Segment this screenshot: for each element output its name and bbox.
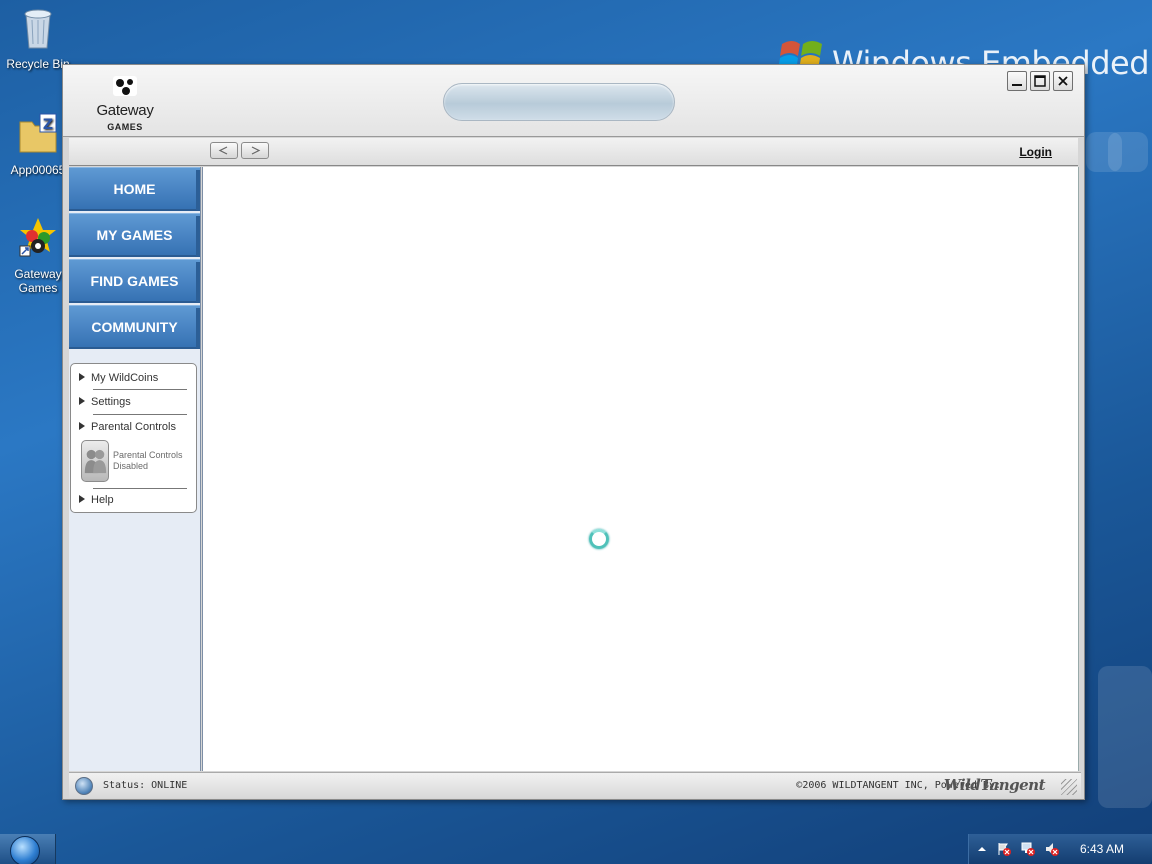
panel-item-label: My WildCoins (91, 372, 159, 384)
resize-grip[interactable] (1061, 779, 1077, 795)
menu-my-games[interactable]: MY GAMES (69, 213, 200, 257)
content-area (202, 167, 1079, 771)
divider (93, 389, 187, 390)
logo-subtitle: GAMES (107, 122, 143, 132)
menu-find-games[interactable]: FIND GAMES (69, 259, 200, 303)
back-button[interactable] (210, 142, 238, 159)
divider (93, 414, 187, 415)
windows-orb-icon (10, 836, 40, 864)
forward-button[interactable] (241, 142, 269, 159)
help-link[interactable]: Help (79, 494, 189, 506)
forward-arrow-icon (251, 146, 261, 155)
taskbar: 6:43 AM (0, 834, 1152, 864)
recycle-bin-icon (24, 9, 52, 49)
network-error-icon[interactable] (1021, 842, 1035, 856)
connection-status: Status: ONLINE (103, 780, 188, 791)
desktop-icon-recycle-bin[interactable]: Recycle Bin (2, 6, 74, 71)
volume-muted-icon[interactable] (1045, 842, 1059, 856)
divider (93, 488, 187, 489)
gateway-games-window: Gateway GAMES Login HOME MY GAMES FIND G… (62, 64, 1085, 800)
menu-community[interactable]: COMMUNITY (69, 305, 200, 349)
arrow-right-icon (79, 422, 85, 430)
sidebar: HOME MY GAMES FIND GAMES COMMUNITY My Wi… (69, 167, 201, 771)
zip-folder-icon: Z (19, 113, 57, 153)
cow-spot-icon (113, 76, 137, 96)
status-bar: Status: ONLINE ©2006 WILDTANGENT INC, Po… (69, 772, 1081, 798)
close-icon (1058, 76, 1068, 86)
title-pill-display (443, 83, 675, 121)
loading-spinner-icon (589, 529, 609, 549)
panel-item-label: Settings (91, 396, 131, 408)
svg-text:Z: Z (43, 117, 53, 133)
panel-item-label: Parental Controls (91, 421, 176, 433)
minimize-icon (1012, 84, 1022, 86)
parental-controls-icon (81, 440, 109, 482)
show-hidden-icons-arrow[interactable] (975, 842, 989, 856)
desktop-decoration (1098, 666, 1152, 808)
maximize-button[interactable] (1030, 71, 1050, 91)
login-link[interactable]: Login (1019, 145, 1052, 159)
parental-controls-link[interactable]: Parental Controls (79, 421, 189, 433)
globe-icon (75, 777, 93, 795)
options-panel: My WildCoins Settings Parental Controls … (70, 363, 197, 513)
title-bar: Gateway GAMES (63, 65, 1084, 137)
clock[interactable]: 6:43 AM (1080, 842, 1124, 856)
parental-status-text: Parental Controls Disabled (113, 450, 183, 471)
wildtangent-logo: WildTangent (943, 776, 1046, 794)
arrow-right-icon (79, 373, 85, 381)
action-center-error-icon[interactable] (997, 842, 1011, 856)
navigation-toolbar: Login (69, 138, 1078, 166)
my-wildcoins-link[interactable]: My WildCoins (79, 372, 189, 384)
minimize-button[interactable] (1007, 71, 1027, 91)
back-arrow-icon (218, 146, 228, 155)
panel-item-label: Help (91, 494, 114, 506)
system-tray: 6:43 AM (968, 834, 1152, 864)
gateway-games-icon (19, 218, 56, 257)
maximize-icon (1034, 75, 1046, 87)
arrow-right-icon (79, 397, 85, 405)
settings-link[interactable]: Settings (79, 396, 189, 408)
menu-home[interactable]: HOME (69, 167, 200, 211)
logo-name: Gateway (96, 102, 154, 119)
start-button[interactable] (0, 834, 56, 864)
close-button[interactable] (1053, 71, 1073, 91)
gateway-logo: Gateway GAMES (85, 75, 165, 132)
desktop-decoration (1108, 132, 1148, 172)
arrow-right-icon (79, 495, 85, 503)
